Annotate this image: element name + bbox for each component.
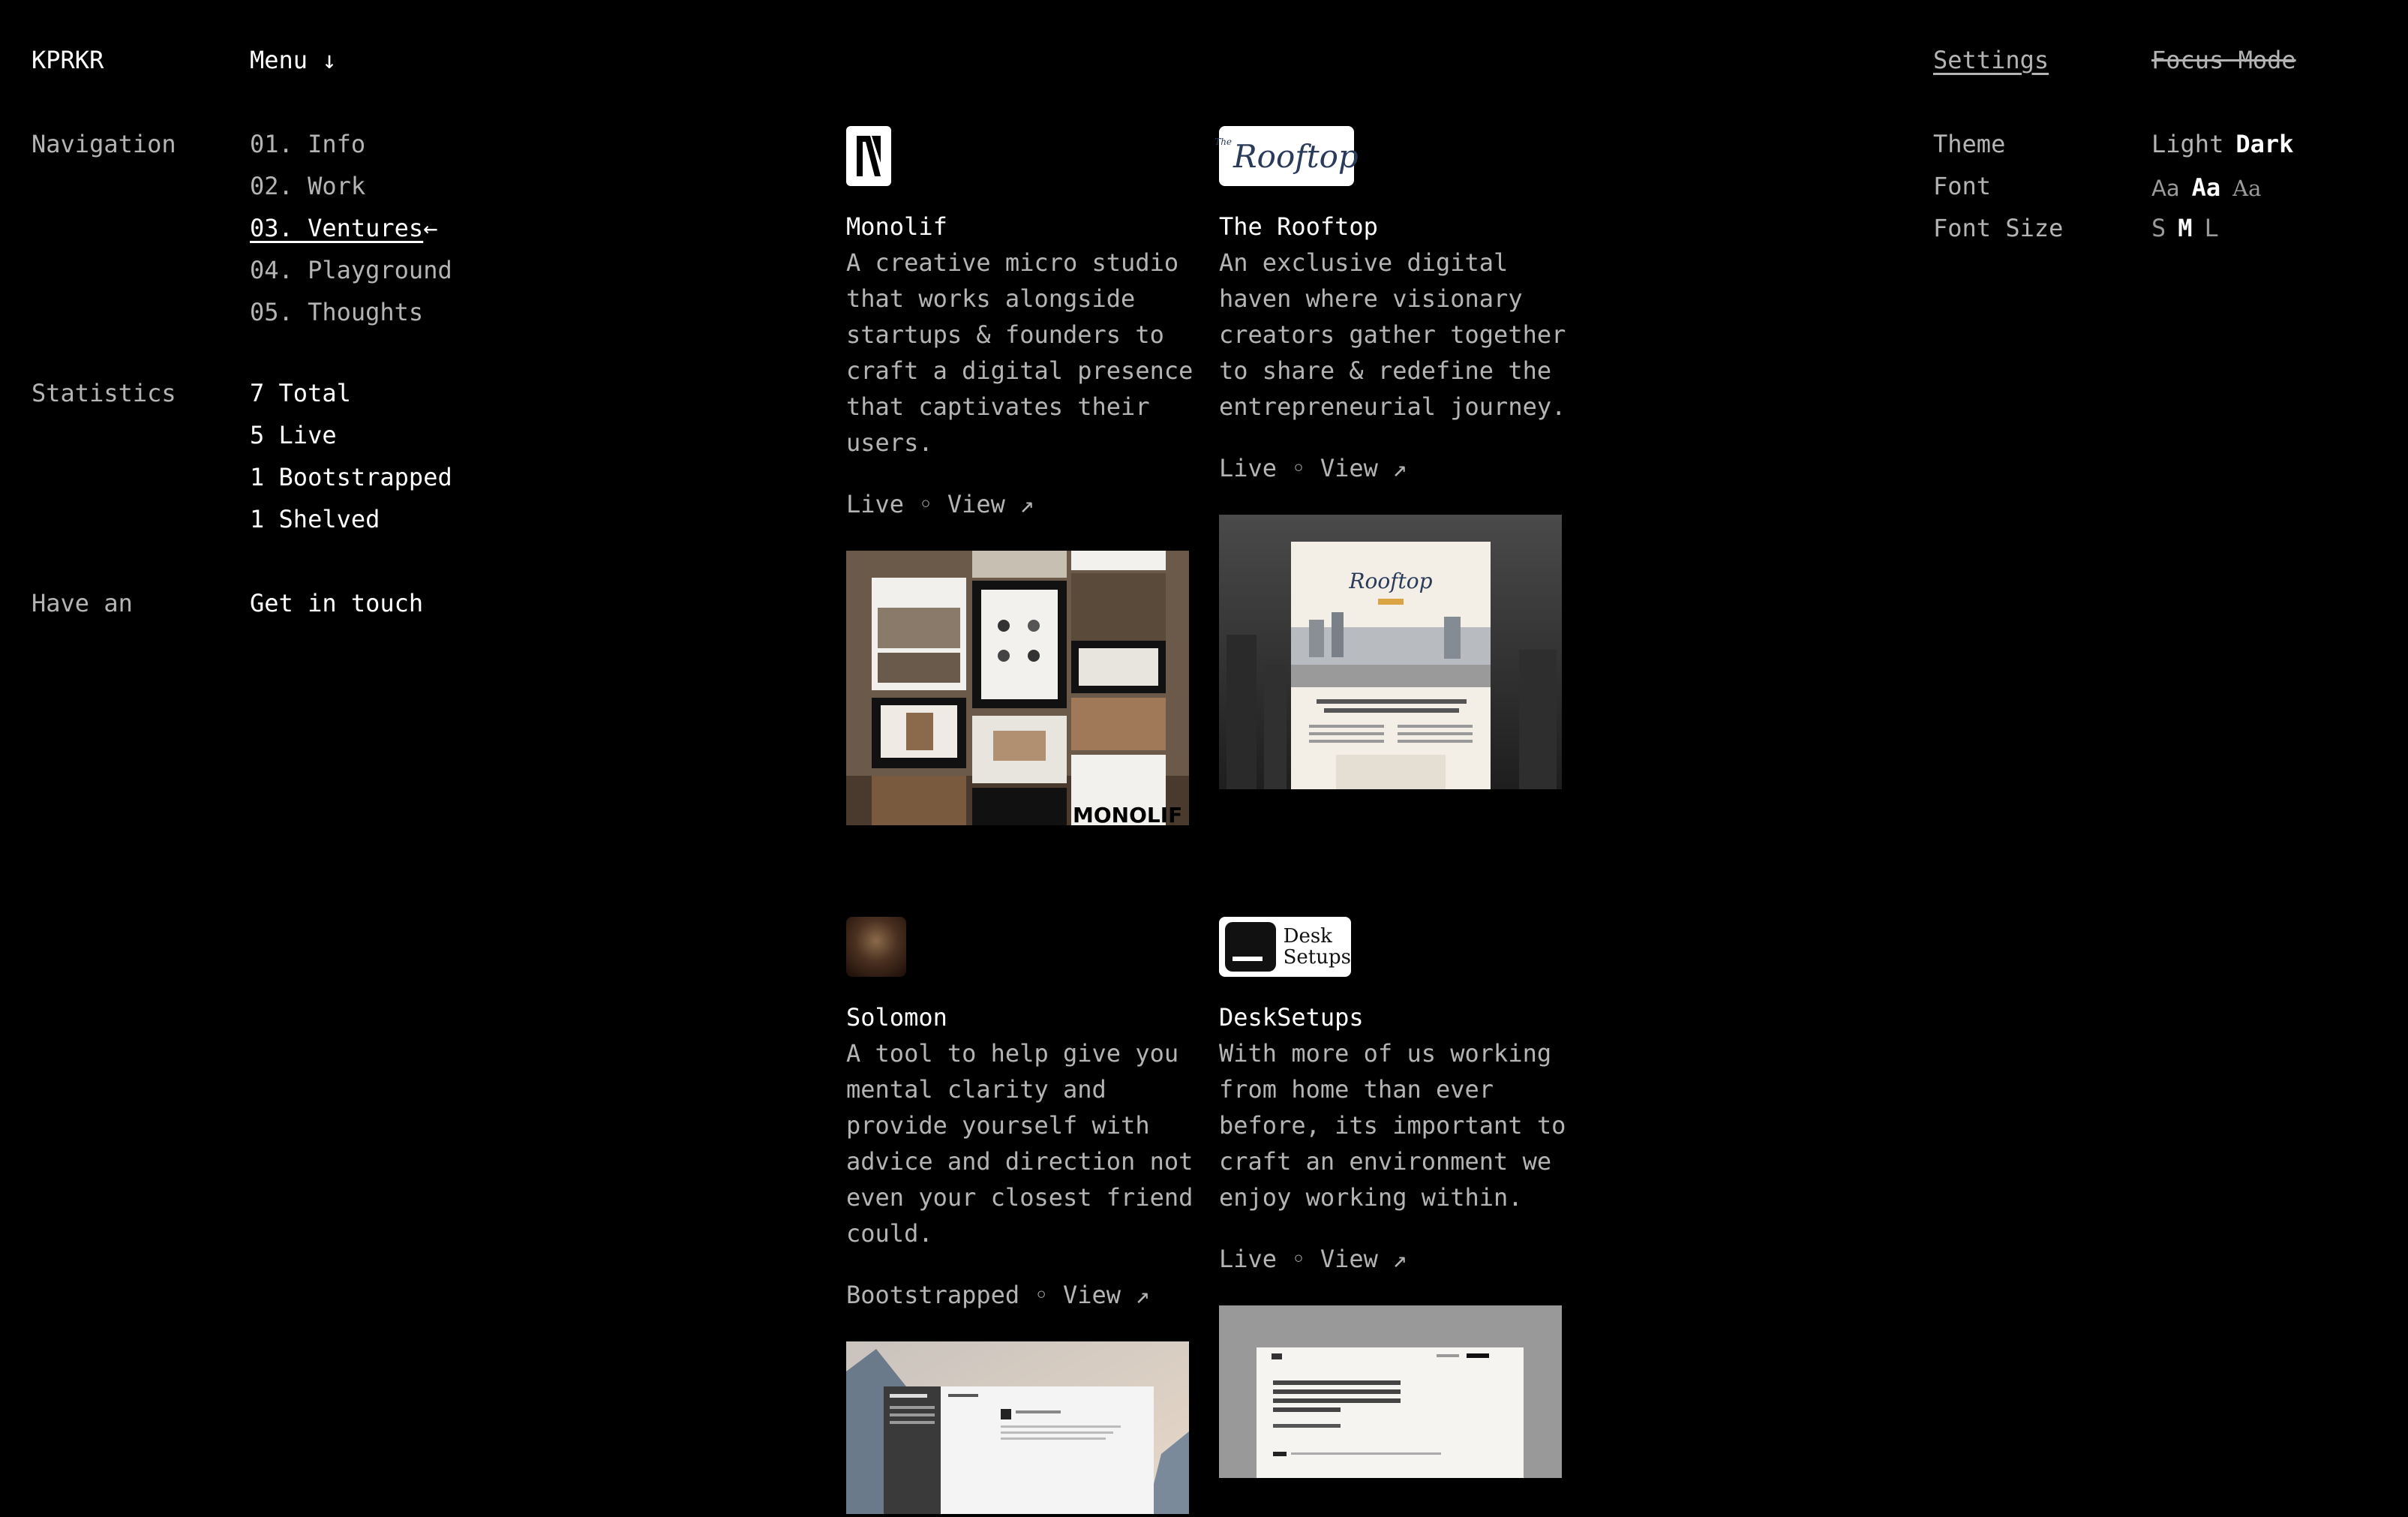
theme-options: Light Dark: [2151, 123, 2305, 165]
view-link[interactable]: View ↗: [1320, 454, 1407, 482]
svg-text:Rooftop: Rooftop: [1348, 569, 1432, 593]
venture-card-solomon: Solomon A tool to help give you mental c…: [846, 917, 1193, 1517]
font-sans-option[interactable]: Aa: [2151, 176, 2180, 201]
font-mono-option[interactable]: Aa: [2192, 173, 2221, 202]
venture-meta: Live ◦ View ↗: [1219, 450, 1564, 486]
theme-dark-option[interactable]: Dark: [2235, 130, 2293, 158]
venture-meta: Live ◦ View ↗: [1219, 1241, 1564, 1277]
navigation-label: Navigation: [32, 130, 176, 158]
font-size-m-option[interactable]: M: [2178, 214, 2192, 242]
site-logo[interactable]: KPRKR: [32, 39, 104, 81]
status-badge: Live: [846, 490, 905, 518]
venture-title: Solomon: [846, 1003, 947, 1032]
nav-item-thoughts[interactable]: 05. Thoughts: [250, 291, 452, 333]
get-in-touch-link[interactable]: Get in touch: [250, 582, 423, 624]
stat-shelved: 1 Shelved: [250, 505, 380, 533]
nav-item-playground[interactable]: 04. Playground: [250, 249, 452, 291]
stat-bootstrapped: 1 Bootstrapped: [250, 463, 452, 491]
settings-link[interactable]: Settings: [1933, 39, 2049, 81]
separator-icon: ◦: [1291, 454, 1306, 482]
separator-icon: ◦: [918, 490, 933, 518]
venture-preview-image[interactable]: [846, 1341, 1189, 1517]
separator-icon: ◦: [1034, 1281, 1049, 1309]
desksetups-logo-icon: Desk Setups: [1219, 917, 1351, 977]
venture-card-monolif: Monolif A creative micro studio that wor…: [846, 126, 1193, 828]
separator-icon: ◦: [1291, 1245, 1306, 1273]
monolif-logo-icon: [846, 126, 891, 186]
venture-description: With more of us working from home than e…: [1219, 1039, 1566, 1212]
venture-description: A creative micro studio that works along…: [846, 248, 1193, 457]
font-size-l-option[interactable]: L: [2205, 214, 2219, 242]
theme-label: Theme: [1933, 130, 2006, 158]
venture-card-rooftop: The Rooftop The Rooftop An exclusive digi…: [1215, 126, 1566, 792]
font-size-options: SML: [2151, 207, 2231, 249]
venture-card-desksetups: Desk Setups DeskSetups With more of us wo…: [1219, 917, 1566, 1481]
menu-button[interactable]: Menu ↓: [250, 39, 337, 81]
font-size-s-option[interactable]: S: [2151, 214, 2166, 242]
stat-total: 7 Total: [250, 379, 351, 407]
statistics-label: Statistics: [32, 379, 176, 407]
venture-meta: Live ◦ View ↗: [846, 486, 1191, 522]
contact-label: Have an: [32, 589, 133, 617]
venture-description: An exclusive digital haven where visiona…: [1219, 248, 1566, 421]
status-badge: Bootstrapped: [846, 1281, 1020, 1309]
theme-light-option[interactable]: Light: [2151, 130, 2223, 158]
venture-title: The Rooftop: [1219, 212, 1378, 241]
view-link[interactable]: View ↗: [947, 490, 1034, 518]
font-options: Aa Aa Aa: [2151, 167, 2273, 209]
venture-description: A tool to help give you mental clarity a…: [846, 1039, 1193, 1248]
venture-title: Monolif: [846, 212, 947, 241]
nav-item-work[interactable]: 02. Work: [250, 165, 452, 207]
font-serif-option[interactable]: Aa: [2232, 176, 2261, 201]
view-link[interactable]: View ↗: [1063, 1281, 1150, 1309]
active-arrow-icon: ←: [423, 214, 438, 242]
focus-mode-toggle[interactable]: Focus Mode: [2151, 39, 2296, 81]
solomon-avatar-icon: [846, 917, 906, 977]
venture-preview-image[interactable]: Rooftop: [1219, 515, 1562, 792]
nav-item-ventures[interactable]: 03. Ventures←: [250, 207, 452, 249]
nav-list: 01. Info 02. Work 03. Ventures← 04. Play…: [250, 123, 452, 333]
status-badge: Live: [1219, 1245, 1278, 1273]
stats-list: 7 Total 5 Live 1 Bootstrapped 1 Shelved: [250, 372, 452, 540]
rooftop-logo-icon: The Rooftop: [1215, 126, 1359, 186]
venture-meta: Bootstrapped ◦ View ↗: [846, 1277, 1191, 1313]
view-link[interactable]: View ↗: [1320, 1245, 1407, 1273]
font-label: Font: [1933, 172, 1992, 200]
venture-title: DeskSetups: [1219, 1003, 1364, 1032]
venture-preview-image[interactable]: MONOLIF: [846, 551, 1189, 828]
status-badge: Live: [1219, 454, 1278, 482]
font-size-label: Font Size: [1933, 214, 2064, 242]
stat-live: 5 Live: [250, 421, 337, 449]
venture-preview-image[interactable]: [1219, 1305, 1562, 1481]
svg-text:MONOLIF: MONOLIF: [1073, 803, 1182, 825]
nav-item-info[interactable]: 01. Info: [250, 123, 452, 165]
